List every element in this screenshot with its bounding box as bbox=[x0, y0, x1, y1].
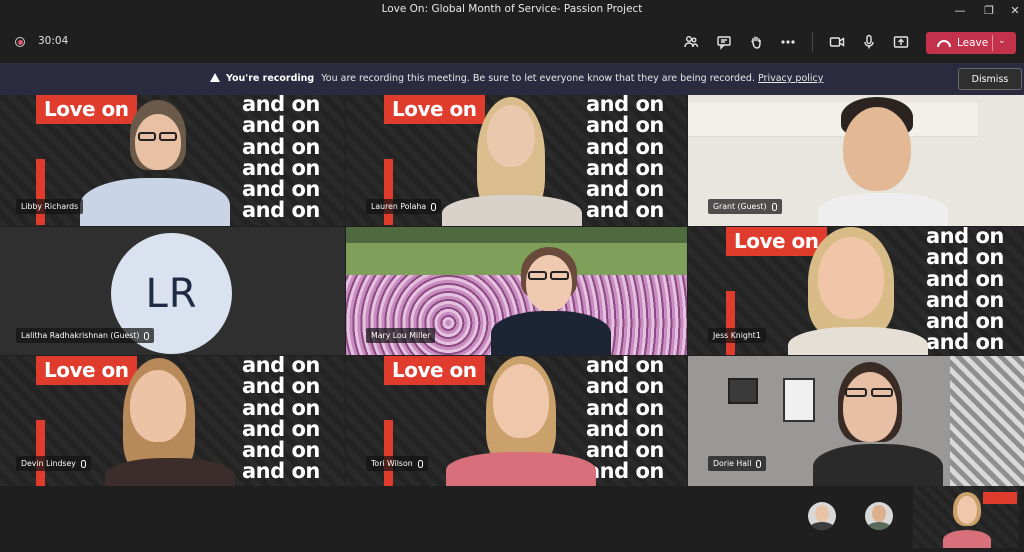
foundation-bar bbox=[384, 420, 393, 486]
title-bar: Love On: Global Month of Service- Passio… bbox=[0, 0, 1024, 21]
participant-name: Mary Lou Miller bbox=[366, 328, 436, 343]
mic-icon[interactable] bbox=[856, 30, 882, 54]
video-tile[interactable]: Love on and on and on and on and on and on an… bbox=[346, 356, 687, 486]
minimize-icon[interactable]: — bbox=[945, 0, 975, 21]
record-icon bbox=[15, 37, 25, 47]
participant-name: Tori Wilson bbox=[366, 456, 428, 471]
banner-message: You're recording You are recording this … bbox=[210, 73, 823, 84]
video-grid: Love on and on and on and on and on and on an… bbox=[0, 95, 1024, 486]
leave-divider bbox=[992, 35, 993, 51]
video-tile[interactable]: Love on and on and on and on and on and on an… bbox=[0, 95, 345, 226]
more-icon[interactable] bbox=[775, 30, 801, 54]
self-view[interactable] bbox=[913, 486, 1019, 548]
foundation-bar bbox=[384, 159, 393, 225]
participant-name: Lauren Polaha bbox=[366, 199, 442, 214]
video-tile[interactable]: Love on and on and on and on and on and on an… bbox=[346, 95, 687, 226]
leave-button[interactable]: Leave ⌄ bbox=[926, 32, 1016, 54]
chat-icon[interactable] bbox=[711, 30, 737, 54]
mic-muted-icon bbox=[756, 459, 762, 468]
and-on-text: and on and on and on and on and on and on bbox=[242, 356, 320, 484]
foundation-bar bbox=[36, 420, 45, 486]
participant-video bbox=[95, 358, 235, 486]
participant-video bbox=[813, 95, 953, 226]
and-on-text: and on and on and on and on and on and on bbox=[926, 227, 1004, 355]
participant-name: Grant (Guest) bbox=[708, 199, 782, 214]
meeting-timer: 30:04 bbox=[38, 35, 69, 47]
overflow-strip bbox=[0, 486, 1024, 552]
video-tile[interactable]: LR Lalitha Radhakrishnan (Guest) bbox=[0, 227, 345, 355]
foundation-bar bbox=[726, 291, 735, 355]
close-icon[interactable]: ✕ bbox=[1000, 0, 1024, 21]
participant-video bbox=[446, 356, 596, 486]
chevron-down-icon[interactable]: ⌄ bbox=[998, 36, 1006, 46]
mic-muted-icon bbox=[431, 202, 437, 211]
people-icon[interactable] bbox=[678, 30, 704, 54]
participant-video bbox=[788, 227, 928, 355]
mic-muted-icon bbox=[80, 459, 86, 468]
mic-muted-icon bbox=[417, 459, 423, 468]
phone-icon bbox=[937, 39, 951, 47]
privacy-policy-link[interactable]: Privacy policy bbox=[758, 73, 823, 84]
participant-thumbnail[interactable] bbox=[808, 502, 836, 530]
participant-name: Libby Richards bbox=[16, 199, 84, 214]
video-tile[interactable]: Grant (Guest) bbox=[688, 95, 1024, 226]
video-tile[interactable]: Love on and on and on and on and on and on an… bbox=[0, 356, 345, 486]
camera-icon[interactable] bbox=[824, 30, 850, 54]
mic-muted-icon bbox=[771, 202, 777, 211]
participant-video bbox=[80, 100, 230, 226]
dismiss-button[interactable]: Dismiss bbox=[958, 68, 1022, 90]
participant-name: Lalitha Radhakrishnan (Guest) bbox=[16, 328, 155, 343]
recording-banner: You're recording You are recording this … bbox=[0, 63, 1024, 95]
video-tile[interactable]: Mary Lou Miller bbox=[346, 227, 687, 355]
banner-title: You're recording bbox=[226, 73, 315, 84]
video-tile[interactable]: Love on and on and on and on and on and on an… bbox=[688, 227, 1024, 355]
and-on-text: and on and on and on and on and on and on bbox=[242, 95, 320, 223]
foundation-bar bbox=[36, 159, 45, 225]
participant-name: Devin Lindsey bbox=[16, 456, 91, 471]
toolbar-divider bbox=[812, 32, 813, 52]
meeting-toolbar: 30:04 Leave ⌄ bbox=[0, 21, 1024, 63]
participant-video bbox=[813, 362, 953, 486]
window-title: Love On: Global Month of Service- Passio… bbox=[381, 3, 643, 15]
mic-muted-icon bbox=[144, 331, 150, 340]
participant-name: Jess Knight1 bbox=[708, 328, 766, 343]
and-on-text: and on and on and on and on and on and on bbox=[586, 356, 664, 484]
share-icon[interactable] bbox=[888, 30, 914, 54]
participant-video bbox=[486, 247, 616, 355]
banner-text: You are recording this meeting. Be sure … bbox=[321, 73, 755, 84]
participant-thumbnail[interactable] bbox=[865, 502, 893, 530]
participant-name: Dorie Hall bbox=[708, 456, 767, 471]
video-tile[interactable]: Dorie Hall bbox=[688, 356, 1024, 486]
raise-hand-icon[interactable] bbox=[743, 30, 769, 54]
and-on-text: and on and on and on and on and on and on bbox=[586, 95, 664, 223]
warning-icon bbox=[210, 73, 220, 82]
participant-video bbox=[432, 95, 582, 226]
leave-label: Leave bbox=[957, 37, 989, 49]
